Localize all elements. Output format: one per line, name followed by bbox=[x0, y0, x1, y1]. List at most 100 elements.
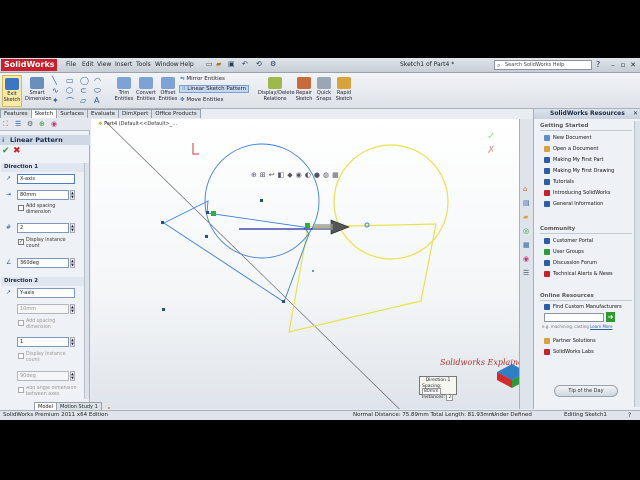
link-solidworks-labs[interactable]: SolidWorks Labs bbox=[544, 348, 594, 356]
options-icon[interactable]: ⚙ bbox=[270, 60, 276, 68]
smart-dimension-button[interactable]: Smart Dimension bbox=[25, 77, 52, 102]
search-input[interactable]: ⌕ Search SolidWorks Help bbox=[494, 60, 592, 70]
direction1-display-count-checkbox[interactable]: ✓ bbox=[18, 239, 24, 245]
resources-tab-icon[interactable]: ⌂ bbox=[523, 185, 527, 193]
display-manager-icon[interactable]: ◉ bbox=[51, 120, 57, 128]
manufacturers-go-button[interactable]: ➜ bbox=[606, 312, 615, 322]
direction-callout[interactable]: Direction 1 Spacing: 80mm Instances: 2 bbox=[419, 376, 457, 401]
link-introducing[interactable]: Introducing SolidWorks bbox=[544, 189, 610, 197]
convert-entities-button[interactable]: Convert Entities bbox=[135, 77, 157, 102]
section-view-icon[interactable]: ◧ bbox=[278, 171, 288, 179]
link-user-groups[interactable]: User Groups bbox=[544, 248, 584, 256]
online-resources-header[interactable]: Online Resources bbox=[540, 293, 632, 301]
reverse-direction-icon[interactable]: ↗ bbox=[6, 175, 11, 182]
ellipse-icon[interactable]: ⬭ bbox=[94, 86, 101, 96]
direction2-spacing-spinner[interactable]: ▲ ▼ bbox=[70, 304, 75, 314]
close-icon[interactable]: ✕ bbox=[628, 60, 638, 70]
new-file-icon[interactable]: ▭ bbox=[206, 60, 213, 68]
tab-model[interactable]: Model bbox=[34, 402, 58, 410]
plane-icon[interactable]: ▱ bbox=[80, 96, 86, 105]
menu-tools[interactable]: Tools bbox=[136, 61, 151, 68]
link-first-drawing[interactable]: Making My First Drawing bbox=[544, 167, 614, 175]
dimxpert-manager-icon[interactable]: ⊕ bbox=[39, 120, 45, 128]
tab-motion-study[interactable]: Motion Study 1 bbox=[56, 402, 102, 410]
direction2-spacing-field[interactable]: 10mm bbox=[17, 304, 69, 314]
line-icon[interactable]: ╲ bbox=[52, 76, 57, 85]
direction1-add-spacing-checkbox[interactable] bbox=[18, 205, 24, 211]
slot-icon[interactable]: ⊂ bbox=[80, 86, 87, 95]
direction2-add-angle-checkbox[interactable] bbox=[18, 387, 24, 393]
tab-office-products[interactable]: Office Products bbox=[151, 109, 201, 118]
repair-sketch-button[interactable]: Repair Sketch bbox=[294, 77, 314, 102]
menu-window[interactable]: Window bbox=[155, 61, 179, 68]
text-icon[interactable]: A bbox=[94, 96, 99, 105]
direction1-angle-field[interactable]: 360deg bbox=[17, 258, 69, 268]
reverse-direction2-icon[interactable]: ↗ bbox=[6, 289, 11, 296]
design-library-tab-icon[interactable]: ▤ bbox=[523, 199, 530, 207]
minimize-icon[interactable]: – bbox=[608, 60, 618, 70]
link-first-part[interactable]: Making My First Part bbox=[544, 156, 603, 164]
link-partner-solutions[interactable]: Partner Solutions bbox=[544, 337, 596, 345]
tab-evaluate[interactable]: Evaluate bbox=[87, 109, 120, 118]
scene-icon[interactable]: ◍ bbox=[323, 171, 332, 179]
cancel-button[interactable]: ✖ bbox=[13, 146, 21, 156]
direction2-axis-field[interactable]: Y-axis bbox=[17, 288, 75, 298]
save-icon[interactable]: ▣ bbox=[228, 60, 235, 68]
direction2-header[interactable]: Direction 2 bbox=[1, 277, 89, 286]
previous-view-icon[interactable]: ↩ bbox=[269, 171, 278, 179]
rapid-sketch-button[interactable]: Rapid Sketch bbox=[334, 77, 354, 102]
direction1-axis-field[interactable]: X-axis bbox=[17, 174, 75, 184]
help-status-icon[interactable]: ? bbox=[628, 411, 631, 420]
link-tutorials[interactable]: Tutorials bbox=[544, 178, 574, 186]
direction1-count-spinner[interactable]: ▲ ▼ bbox=[70, 223, 75, 233]
appearance-icon[interactable]: ● bbox=[314, 171, 323, 179]
tab-dimxpert[interactable]: DimXpert bbox=[118, 109, 153, 118]
direction2-display-count-checkbox[interactable] bbox=[18, 353, 24, 359]
configuration-manager-icon[interactable]: ⚙ bbox=[27, 120, 33, 128]
zoom-to-fit-icon[interactable]: ⊕ bbox=[251, 171, 260, 179]
direction1-angle-spinner[interactable]: ▲ ▼ bbox=[70, 258, 75, 268]
link-discussion-forum[interactable]: Discussion Forum bbox=[544, 259, 597, 267]
custom-properties-tab-icon[interactable]: ☰ bbox=[523, 269, 529, 277]
quick-snaps-button[interactable]: Quick Snaps bbox=[316, 77, 332, 102]
tab-sketch[interactable]: Sketch bbox=[30, 109, 58, 118]
polygon-icon[interactable]: ⬡ bbox=[66, 86, 73, 95]
linear-sketch-pattern-button[interactable]: ⁞⁞ Linear Sketch Pattern bbox=[179, 85, 250, 93]
file-explorer-tab-icon[interactable]: ▰ bbox=[523, 213, 528, 221]
menu-view[interactable]: View bbox=[97, 61, 111, 68]
display-delete-relations-button[interactable]: Display/Delete Relations bbox=[258, 77, 295, 102]
tip-of-the-day-button[interactable]: Tip of the Day bbox=[554, 385, 618, 397]
callout-instances-value[interactable]: 2 bbox=[446, 393, 454, 401]
rebuild-icon[interactable]: ⟲ bbox=[256, 60, 262, 68]
trim-entities-button[interactable]: Trim Entities bbox=[114, 77, 134, 102]
view-settings-icon[interactable]: ▦ bbox=[332, 171, 342, 179]
direction1-header[interactable]: Direction 1 bbox=[1, 163, 89, 172]
link-new-document[interactable]: New Document bbox=[544, 134, 591, 142]
spline-icon[interactable]: ∿ bbox=[52, 86, 59, 95]
tab-surfaces[interactable]: Surfaces bbox=[56, 109, 89, 118]
help-icon[interactable]: ? bbox=[596, 60, 606, 70]
manufacturers-search-input[interactable] bbox=[544, 313, 604, 322]
search-tab-icon[interactable]: ◎ bbox=[523, 227, 529, 235]
property-manager-icon[interactable]: ☰ bbox=[15, 120, 21, 128]
appearances-tab-icon[interactable]: ◉ bbox=[523, 255, 529, 263]
circle-icon[interactable]: ◯ bbox=[80, 76, 89, 85]
direction1-count-field[interactable]: 2 bbox=[17, 223, 69, 233]
open-folder-icon[interactable]: ▰ bbox=[216, 60, 221, 68]
community-header[interactable]: Community bbox=[540, 226, 632, 234]
undo-icon[interactable]: ↶ bbox=[242, 60, 248, 68]
menu-help[interactable]: Help bbox=[180, 61, 194, 68]
mirror-entities-button[interactable]: ⇋ Mirror Entities bbox=[180, 76, 225, 82]
menu-insert[interactable]: Insert bbox=[115, 61, 132, 68]
resources-scrollbar[interactable] bbox=[634, 121, 640, 407]
direction2-add-spacing-checkbox[interactable] bbox=[18, 320, 24, 326]
getting-started-header[interactable]: Getting Started bbox=[540, 123, 632, 131]
menu-edit[interactable]: Edit bbox=[82, 61, 94, 68]
learn-more-link[interactable]: Learn More bbox=[590, 324, 612, 329]
direction1-spacing-spinner[interactable]: ▲ ▼ bbox=[70, 190, 75, 200]
move-entities-button[interactable]: ✥ Move Entities bbox=[180, 97, 223, 103]
fillet-icon[interactable]: ⌒ bbox=[66, 96, 74, 107]
direction2-angle-field[interactable]: 90deg bbox=[17, 371, 69, 381]
link-technical-alerts[interactable]: Technical Alerts & News bbox=[544, 270, 613, 278]
rectangle-icon[interactable]: ▭ bbox=[66, 76, 74, 85]
